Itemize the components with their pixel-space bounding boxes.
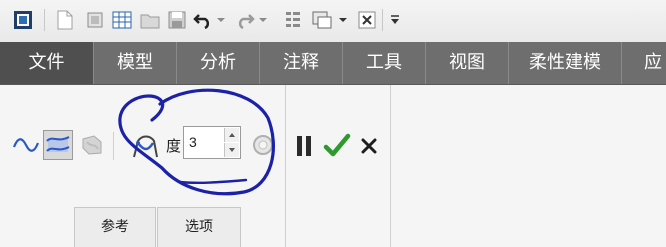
undo-dropdown-icon[interactable] (214, 8, 228, 32)
tool-separator (113, 132, 114, 160)
redo-dropdown-icon[interactable] (256, 8, 270, 32)
group-separator (390, 85, 391, 247)
spin-down-icon[interactable] (224, 143, 239, 157)
pause-icon[interactable] (296, 135, 312, 161)
customize-dropdown-icon[interactable] (388, 8, 402, 32)
curve-icon[interactable] (12, 135, 40, 159)
open-icon[interactable] (84, 8, 106, 32)
spin-up-icon[interactable] (224, 128, 239, 142)
new-file-icon[interactable] (54, 8, 76, 32)
close-window-icon[interactable] (356, 8, 378, 32)
quick-access-toolbar (0, 0, 666, 42)
save-icon[interactable] (166, 8, 188, 32)
window-dropdown-icon[interactable] (336, 8, 350, 32)
sketch-profile-icon[interactable] (130, 131, 160, 165)
open-folder-icon[interactable] (138, 8, 162, 32)
toolbar-separator (382, 9, 383, 31)
tab-analysis[interactable]: 分析 (177, 42, 259, 84)
tab-file[interactable]: 文件 (0, 42, 93, 84)
degree-spinner[interactable]: 3 (183, 126, 241, 159)
regenerate-icon[interactable] (110, 8, 134, 32)
tab-model[interactable]: 模型 (94, 42, 176, 84)
cancel-x-icon[interactable] (361, 138, 377, 158)
regen-list-icon[interactable] (282, 8, 304, 32)
redo-icon[interactable] (234, 8, 256, 32)
tab-view[interactable]: 视图 (426, 42, 508, 84)
app-icon[interactable] (10, 8, 36, 32)
tab-applications[interactable]: 应 (622, 42, 666, 84)
toolbar-separator (44, 9, 45, 31)
window-icon[interactable] (310, 8, 334, 32)
solid-sweep-icon[interactable] (80, 133, 104, 161)
tab-tools[interactable]: 工具 (343, 42, 425, 84)
tab-flexible-modeling[interactable]: 柔性建模 (509, 42, 621, 84)
sweep-options-icon[interactable] (250, 132, 276, 162)
surface-sweep-icon[interactable] (43, 130, 73, 160)
degree-value[interactable]: 3 (189, 134, 197, 150)
group-separator (285, 85, 286, 247)
accept-check-icon[interactable] (323, 132, 351, 164)
subtab-references[interactable]: 参考 (74, 207, 156, 247)
undo-icon[interactable] (192, 8, 214, 32)
degree-label: 度 (166, 137, 182, 155)
subtab-options[interactable]: 选项 (157, 207, 241, 247)
ribbon-tab-bar: 文件 模型 分析 注释 工具 视图 柔性建模 应 (0, 42, 666, 85)
tab-annotate[interactable]: 注释 (260, 42, 342, 84)
